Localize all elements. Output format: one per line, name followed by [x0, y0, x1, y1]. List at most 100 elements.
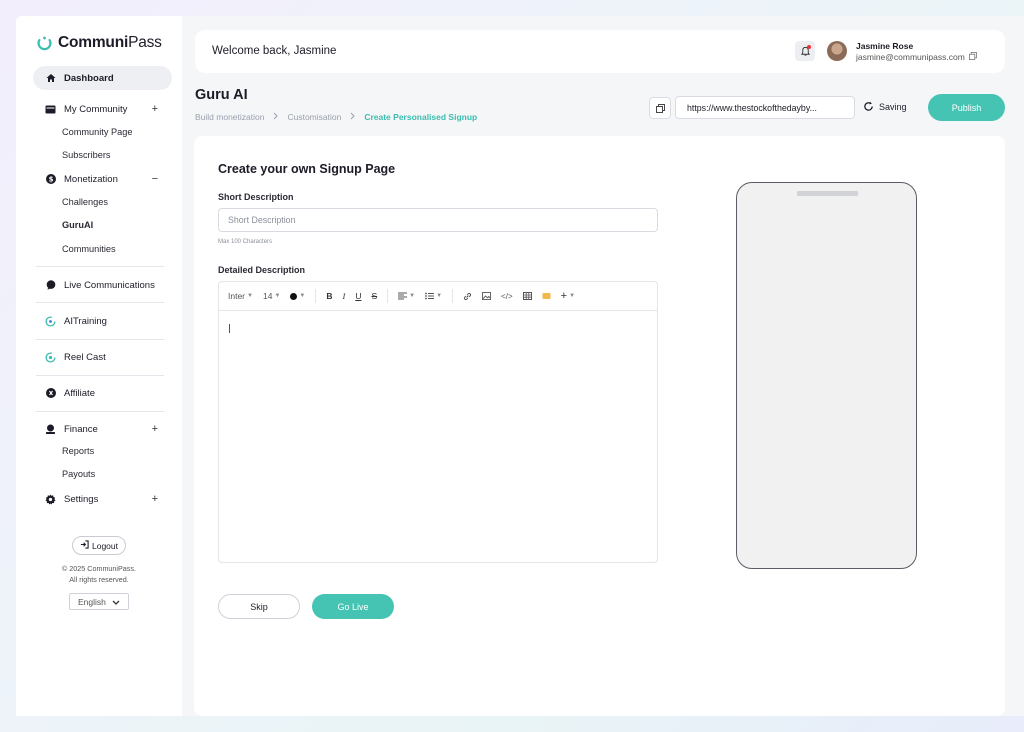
nav-reports[interactable]: Reports [62, 446, 94, 456]
chevron-down-icon: ▼ [436, 293, 443, 299]
nav-reel-cast[interactable]: Reel Cast [33, 345, 172, 369]
skip-button[interactable]: Skip [218, 594, 300, 619]
code-icon[interactable]: </> [501, 292, 513, 301]
app-window: CommuniPass Dashboard My Community + Com… [16, 16, 1024, 716]
user-email: jasmine@communipass.com [856, 52, 965, 62]
sidebar: CommuniPass Dashboard My Community + Com… [16, 16, 182, 716]
chat-icon [45, 280, 56, 291]
toolbar-separator [452, 289, 454, 303]
table-icon[interactable] [522, 292, 532, 300]
user-name: Jasmine Rose [856, 41, 914, 51]
copyright-line-2: All rights reserved. [69, 575, 129, 584]
page-title: Guru AI [195, 87, 248, 103]
go-live-button[interactable]: Go Live [312, 594, 394, 619]
nav-my-community-label: My Community [64, 103, 128, 115]
nav-monetization-label: Monetization [64, 173, 118, 185]
dollar-icon: $ [45, 174, 56, 185]
copy-url-button[interactable] [649, 97, 671, 119]
breadcrumb-item[interactable]: Build monetization [195, 112, 264, 122]
rich-text-editor[interactable]: Inter ▼ 14 ▼ ▼ B I U S ▼ ▼ </> + ▼ [218, 281, 658, 563]
nav-ai-training-label: AITraining [64, 315, 107, 327]
link-icon[interactable] [463, 292, 472, 301]
sidebar-divider [36, 302, 164, 303]
nav-payouts[interactable]: Payouts [62, 469, 95, 479]
gear-icon [45, 493, 56, 505]
nav-dashboard-label: Dashboard [64, 72, 114, 84]
phone-speaker [797, 191, 858, 196]
nav-my-community[interactable]: My Community + [33, 97, 172, 121]
finance-icon [45, 424, 56, 435]
avatar[interactable] [827, 41, 847, 61]
nav-communities[interactable]: Communities [62, 244, 116, 254]
nav-finance-label: Finance [64, 423, 98, 435]
font-family-value: Inter [228, 291, 246, 301]
nav-finance[interactable]: Finance + [33, 417, 172, 441]
text-color-select[interactable]: ▼ [290, 292, 305, 300]
logout-button[interactable]: Logout [72, 536, 126, 555]
short-description-hint: Max 100 Characters [218, 239, 273, 245]
welcome-message: Welcome back, Jasmine [212, 45, 337, 57]
chevron-down-icon: ▼ [409, 293, 416, 299]
nav-monetization[interactable]: $ Monetization − [33, 167, 172, 191]
italic-icon[interactable]: I [342, 291, 345, 301]
bold-icon[interactable]: B [326, 291, 332, 301]
logout-label: Logout [92, 540, 118, 551]
nav-live-communications[interactable]: Live Communications [33, 273, 172, 297]
expand-plus-icon[interactable]: + [152, 423, 158, 435]
breadcrumb-item[interactable]: Customisation [287, 112, 341, 122]
logo-icon [37, 36, 52, 50]
image-icon[interactable] [482, 292, 491, 300]
font-size-value: 14 [262, 291, 273, 301]
notification-dot [807, 45, 811, 49]
detailed-description-label: Detailed Description [218, 265, 306, 275]
chevron-right-icon [350, 112, 356, 122]
page-url-field[interactable]: https://www.thestockofthedayby... [675, 96, 855, 119]
align-left-icon[interactable]: ▼ [398, 292, 415, 300]
brand-name: CommuniPass [58, 34, 162, 51]
brand-logo[interactable]: CommuniPass [36, 34, 162, 52]
nav-live-communications-label: Live Communications [64, 279, 155, 291]
list-icon[interactable]: ▼ [425, 292, 442, 300]
chevron-down-icon: ▼ [247, 293, 253, 299]
chevron-down-icon: ▼ [569, 293, 576, 299]
nav-community-page[interactable]: Community Page [62, 127, 132, 137]
short-description-input[interactable] [218, 208, 658, 232]
svg-text:$: $ [48, 176, 53, 184]
ai-training-icon [45, 315, 56, 327]
underline-icon[interactable]: U [355, 291, 361, 301]
editor-toolbar: Inter ▼ 14 ▼ ▼ B I U S ▼ ▼ </> + ▼ [219, 282, 657, 311]
publish-button[interactable]: Publish [928, 94, 1005, 121]
sidebar-divider [36, 266, 164, 267]
text-cursor [229, 324, 230, 333]
nav-challenges[interactable]: Challenges [62, 197, 108, 207]
nav-dashboard[interactable]: Dashboard [33, 66, 172, 90]
chevron-down-icon: ▼ [274, 293, 281, 299]
user-email-row: jasmine@communipass.com [856, 52, 977, 62]
nav-affiliate[interactable]: Affiliate [33, 381, 172, 405]
nav-settings[interactable]: Settings + [33, 487, 172, 511]
breadcrumb-current: Create Personalised Signup [364, 112, 478, 122]
phone-preview [736, 182, 917, 569]
insert-plus-icon[interactable]: + ▼ [561, 290, 575, 302]
top-header: Welcome back, Jasmine Jasmine Rose jasmi… [195, 30, 1005, 73]
reel-cast-icon [45, 351, 56, 363]
expand-plus-icon[interactable]: + [152, 103, 158, 115]
nav-ai-training[interactable]: AITraining [33, 309, 172, 333]
nav-subscribers[interactable]: Subscribers [62, 150, 111, 160]
collapse-minus-icon[interactable]: − [152, 173, 158, 185]
toolbar-separator [387, 289, 389, 303]
chevron-down-icon [112, 597, 120, 607]
nav-settings-label: Settings [64, 493, 99, 505]
strikethrough-icon[interactable]: S [371, 291, 377, 301]
notifications-button[interactable] [795, 41, 815, 61]
font-family-select[interactable]: Inter ▼ [228, 291, 253, 301]
home-icon [45, 73, 56, 84]
copy-icon[interactable] [968, 52, 977, 62]
nav-guruai[interactable]: GuruAI [62, 220, 93, 230]
expand-plus-icon[interactable]: + [152, 493, 158, 505]
emoji-icon[interactable] [542, 292, 551, 300]
short-description-label: Short Description [218, 192, 294, 202]
language-select[interactable]: English [69, 593, 129, 610]
copy-icon [655, 103, 665, 113]
font-size-select[interactable]: 14 ▼ [263, 291, 280, 301]
